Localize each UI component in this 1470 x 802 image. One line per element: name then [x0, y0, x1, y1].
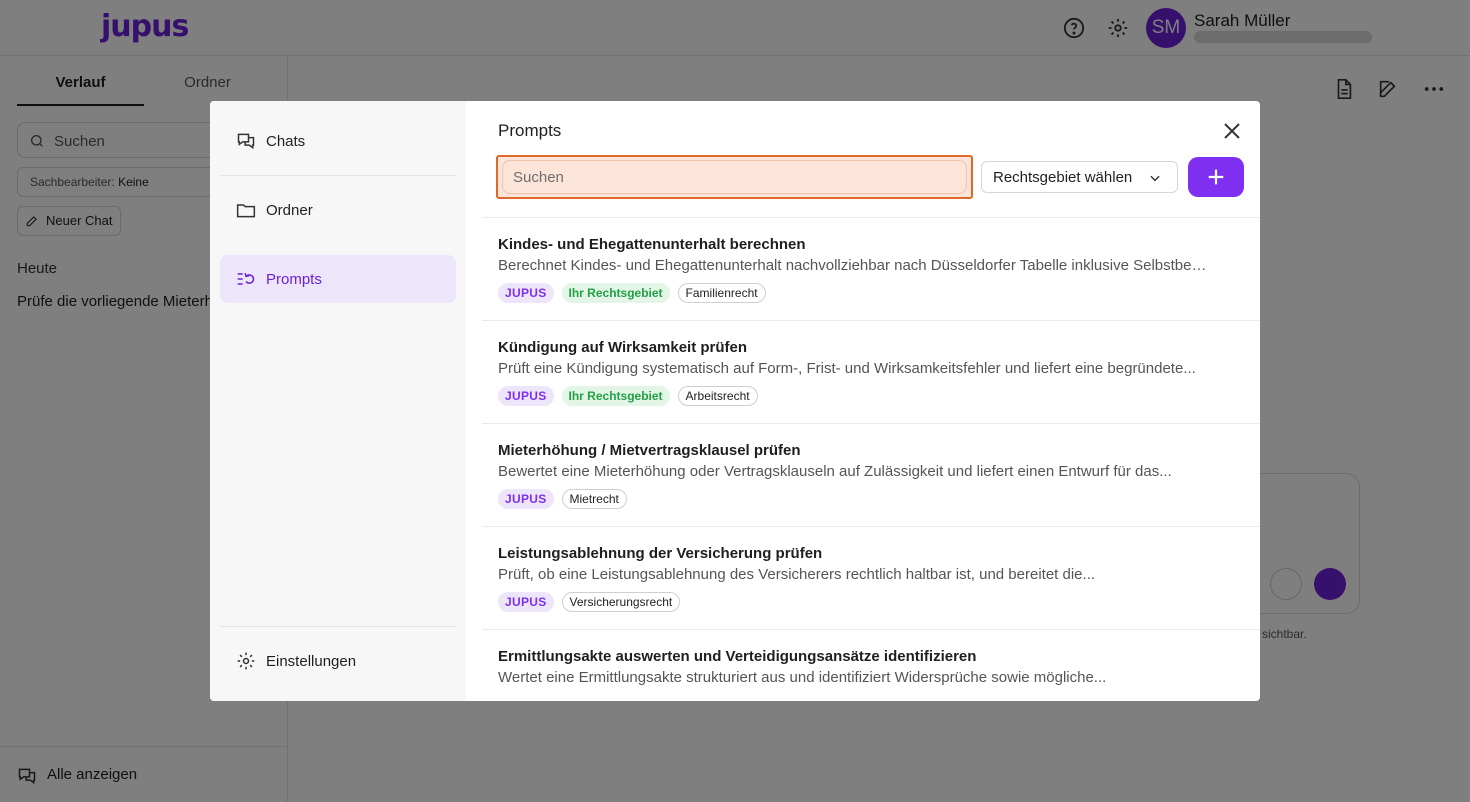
prompt-search-input[interactable] — [502, 160, 967, 194]
tag-area: Arbeitsrecht — [677, 386, 758, 406]
prompt-description: Wertet eine Ermittlungsakte strukturiert… — [498, 669, 1107, 686]
prompt-title: Kündigung auf Wirksamkeit prüfen — [498, 339, 748, 356]
folder-icon — [236, 204, 256, 218]
nav-divider — [220, 626, 456, 627]
nav-item-prompts[interactable]: Prompts — [220, 255, 456, 303]
prompt-description: Prüft eine Kündigung systematisch auf Fo… — [498, 360, 1196, 377]
prompt-search-field — [496, 155, 973, 199]
nav-item-folders-label: Ordner — [266, 201, 313, 219]
legal-area-select-label: Rechtsgebiet wählen — [993, 169, 1133, 186]
modal-title: Prompts — [498, 121, 562, 140]
plus-icon — [1208, 169, 1224, 185]
tag-area: Versicherungsrecht — [561, 592, 681, 612]
prompt-description: Berechnet Kindes- und Ehegattenunterhalt… — [498, 257, 1210, 274]
legal-area-select[interactable]: Rechtsgebiet wählen — [981, 161, 1178, 193]
gear-icon — [237, 652, 255, 670]
modal-navigation: Chats Ordner Prompts Einstellungen — [210, 101, 466, 701]
prompt-card[interactable]: Mieterhöhung / Mietvertragsklausel prüfe… — [482, 424, 1260, 527]
close-icon[interactable] — [1220, 119, 1244, 143]
tag-jupus: JUPUS — [498, 489, 554, 509]
prompt-tags: JUPUS Versicherungsrecht — [498, 592, 681, 612]
nav-item-prompts-label: Prompts — [266, 270, 322, 288]
chat-bubbles-icon — [237, 133, 255, 150]
tag-jupus: JUPUS — [498, 592, 554, 612]
nav-item-folders[interactable]: Ordner — [220, 186, 456, 234]
prompt-tags: JUPUS Ihr Rechtsgebiet Familienrecht — [498, 283, 766, 303]
prompt-tags: JUPUS Mietrecht — [498, 489, 627, 509]
tag-area: Mietrecht — [561, 489, 627, 509]
tag-area: Familienrecht — [677, 283, 766, 303]
prompts-panel: Prompts Rechtsgebiet wählen Kindes- und … — [466, 101, 1260, 701]
tag-green: Ihr Rechtsgebiet — [561, 386, 670, 406]
prompt-card[interactable]: Ermittlungsakte auswerten und Verteidigu… — [482, 630, 1260, 701]
prompt-description: Prüft, ob eine Leistungsablehnung des Ve… — [498, 566, 1096, 583]
nav-item-chats[interactable]: Chats — [220, 117, 456, 165]
tag-jupus: JUPUS — [498, 386, 554, 406]
prompt-title: Ermittlungsakte auswerten und Verteidigu… — [498, 648, 977, 665]
prompt-card[interactable]: Kündigung auf Wirksamkeit prüfen Prüft ei… — [482, 321, 1260, 424]
add-prompt-button[interactable] — [1188, 157, 1244, 197]
chevron-down-icon — [1150, 175, 1160, 182]
nav-item-settings-label: Einstellungen — [266, 652, 357, 670]
tag-green: Ihr Rechtsgebiet — [561, 283, 670, 303]
prompt-list: Kindes- und Ehegattenunterhalt berechnen… — [482, 218, 1260, 701]
prompts-list-icon — [237, 272, 255, 285]
prompt-tags: JUPUS Ihr Rechtsgebiet Arbeitsrecht — [498, 386, 758, 406]
prompt-title: Kindes- und Ehegattenunterhalt berechnen — [498, 236, 806, 253]
tag-jupus: JUPUS — [498, 283, 554, 303]
nav-item-chats-label: Chats — [266, 132, 306, 150]
prompts-modal: Chats Ordner Prompts Einstellungen Promp… — [210, 101, 1260, 701]
prompt-title: Mieterhöhung / Mietvertragsklausel prüfe… — [498, 442, 801, 459]
prompt-description: Bewertet eine Mieterhöhung oder Vertrags… — [498, 463, 1172, 480]
prompt-title: Leistungsablehnung der Versicherung prüf… — [498, 545, 823, 562]
prompt-card[interactable]: Leistungsablehnung der Versicherung prüf… — [482, 527, 1260, 630]
prompt-card[interactable]: Kindes- und Ehegattenunterhalt berechnen… — [482, 218, 1260, 321]
nav-item-settings[interactable]: Einstellungen — [220, 637, 456, 685]
nav-divider — [220, 175, 456, 176]
